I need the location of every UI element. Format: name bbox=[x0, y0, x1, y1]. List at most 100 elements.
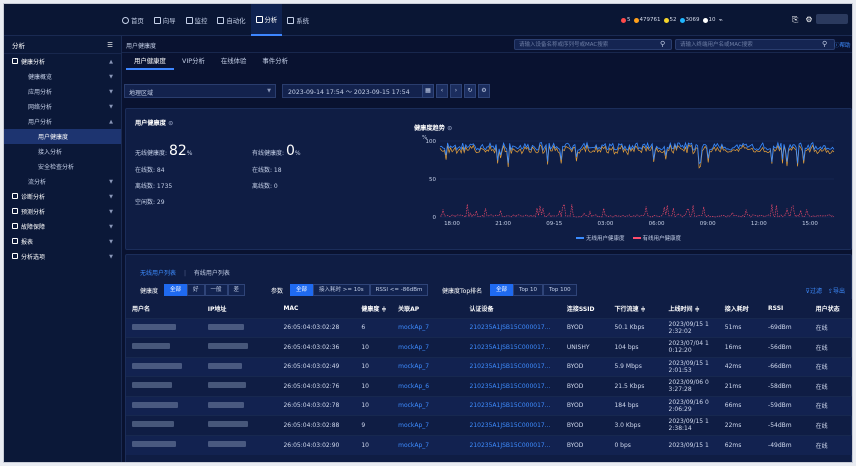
top-nav-item[interactable]: 分析 bbox=[250, 4, 283, 36]
column-header[interactable]: MAC bbox=[277, 299, 356, 318]
table-row[interactable]: 26:05:04:03:02:90 10 mockAp_7 210235A1JSB15… bbox=[126, 434, 852, 455]
sidebar-item[interactable]: 诊断分析 ▼ bbox=[4, 189, 121, 204]
sidebar-item[interactable]: 预测分析 ▼ bbox=[4, 204, 121, 219]
area-select[interactable]: 地理区域 ▼ bbox=[124, 84, 276, 98]
alert-counter[interactable]: 10 bbox=[702, 17, 716, 23]
search-icon[interactable]: ⚲ bbox=[660, 40, 665, 48]
copy-icon[interactable]: ⎘ bbox=[792, 15, 798, 25]
column-header[interactable]: RSSI bbox=[762, 299, 810, 318]
ap-link[interactable]: mockAp_7 bbox=[392, 415, 464, 435]
prev-button[interactable]: ‹ bbox=[436, 84, 448, 98]
trend-title: 健康度趋势 ⊙ bbox=[414, 125, 453, 132]
sidebar-item[interactable]: 接入分析 bbox=[4, 144, 121, 159]
top-nav-item[interactable]: 系统 bbox=[282, 4, 314, 36]
alert-counters[interactable]: 5 479761 52 3069 10 ⌁ bbox=[621, 4, 723, 36]
filter-option[interactable]: 差 bbox=[227, 284, 246, 296]
sidebar-item[interactable]: 安全检查分析 bbox=[4, 159, 121, 174]
help-link[interactable]: ⓘ帮助 bbox=[834, 41, 851, 49]
alert-counter[interactable]: 479761 bbox=[633, 17, 661, 23]
top-nav-item[interactable]: 首页 bbox=[117, 4, 149, 36]
tab-item[interactable]: VIP分析 bbox=[174, 53, 213, 70]
sidebar-item[interactable]: 报表 ▼ bbox=[4, 234, 121, 249]
auth-device-link[interactable]: 210235A1JSB15C000017... bbox=[463, 376, 561, 396]
sidebar-item[interactable]: 流分析 ▼ bbox=[4, 174, 121, 189]
filter-option[interactable]: 好 bbox=[187, 284, 205, 296]
table-row[interactable]: 26:05:04:03:02:28 6 mockAp_7 210235A1JSB15C… bbox=[126, 317, 852, 338]
auth-device-link[interactable]: 210235A1JSB15C000017... bbox=[463, 415, 561, 435]
column-header[interactable]: 接入耗时 bbox=[718, 299, 763, 318]
sidebar-item[interactable]: 健康概览 ▼ bbox=[4, 69, 121, 84]
ap-link[interactable]: mockAp_7 bbox=[392, 395, 464, 416]
table-row[interactable]: 26:05:04:03:02:76 10 mockAp_6 210235A1JSB15… bbox=[126, 376, 852, 396]
ap-link[interactable]: mockAp_6 bbox=[392, 376, 464, 396]
sidebar-item[interactable]: 应用分析 ▼ bbox=[4, 84, 121, 99]
top-nav-item[interactable]: 自动化 bbox=[212, 4, 250, 36]
user-avatar[interactable] bbox=[816, 14, 848, 24]
menu-collapse-icon[interactable]: ☰ bbox=[107, 41, 113, 49]
ap-link[interactable]: mockAp_7 bbox=[392, 317, 464, 338]
ap-link[interactable]: mockAp_7 bbox=[392, 434, 464, 455]
filter-option[interactable]: RSSI <= -86dBm bbox=[369, 284, 429, 296]
info-icon[interactable]: ⊙ bbox=[447, 125, 452, 132]
top-nav-item[interactable]: 向导 bbox=[149, 4, 181, 36]
auth-device-link[interactable]: 210235A1JSB15C000017... bbox=[463, 356, 561, 377]
table-row[interactable]: 26:05:04:03:02:88 9 mockAp_7 210235A1JSB15C… bbox=[126, 415, 852, 435]
tab-item[interactable]: 用户健康度 bbox=[126, 53, 174, 70]
sidebar-item[interactable]: 故障保障 ▼ bbox=[4, 219, 121, 234]
export-button[interactable]: ⇪导出 bbox=[828, 286, 845, 295]
alert-counter[interactable]: 5 bbox=[621, 17, 631, 23]
user-search-input[interactable]: 请输入终端用户名或MAC搜索 bbox=[675, 39, 835, 50]
search-icon[interactable]: ⚲ bbox=[822, 40, 827, 48]
column-header[interactable]: IP地址 bbox=[201, 299, 278, 318]
device-search-input[interactable]: 请输入设备名称或序列号或MAC搜索 bbox=[514, 39, 672, 50]
auth-device-link[interactable]: 210235A1JSB15C000017... bbox=[463, 337, 561, 357]
column-header[interactable]: 用户状态 bbox=[809, 299, 852, 318]
filter-option[interactable]: Top 100 bbox=[543, 284, 577, 296]
filter-option[interactable]: 一般 bbox=[204, 284, 228, 296]
sidebar-item[interactable]: 分析选项 ▼ bbox=[4, 249, 121, 264]
filter-option[interactable]: 接入耗时 >= 10s bbox=[313, 284, 370, 296]
top-nav-item[interactable]: 监控 bbox=[181, 4, 213, 36]
column-header[interactable]: 健康度 ≑ bbox=[355, 299, 393, 318]
sidebar-item[interactable]: 网络分析 ▼ bbox=[4, 99, 121, 114]
filter-button[interactable]: ⊽过滤 bbox=[806, 286, 822, 295]
column-header[interactable]: 连接SSID bbox=[560, 299, 609, 318]
alert-counter[interactable]: 52 bbox=[663, 17, 677, 23]
filter-option[interactable]: 全部 bbox=[490, 284, 514, 296]
ap-link[interactable]: mockAp_7 bbox=[392, 337, 464, 357]
refresh-button[interactable]: ↻ bbox=[464, 84, 476, 98]
column-header[interactable]: 认证设备 bbox=[463, 299, 561, 318]
column-header[interactable]: 下行流速 ≑ bbox=[608, 299, 663, 318]
auth-device-link[interactable]: 210235A1JSB15C000017... bbox=[463, 434, 561, 455]
auth-device-link[interactable]: 210235A1JSB15C000017... bbox=[463, 317, 561, 338]
table-row[interactable]: 26:05:04:03:02:78 10 mockAp_7 210235A1JSB15… bbox=[126, 395, 852, 416]
auth-device-link[interactable]: 210235A1JSB15C000017... bbox=[463, 395, 561, 416]
sidebar-item[interactable]: 用户分析 ▲ bbox=[4, 114, 121, 129]
column-header[interactable]: 用户名 bbox=[126, 299, 202, 318]
tab-item[interactable]: 在线体验 bbox=[213, 53, 255, 70]
alert-counter[interactable]: 3069 bbox=[679, 17, 700, 23]
ap-link[interactable]: mockAp_7 bbox=[392, 356, 464, 377]
filter-option[interactable]: Top 10 bbox=[513, 284, 544, 296]
gear-icon[interactable]: ⚙ bbox=[805, 15, 812, 25]
sidebar-item[interactable]: 健康分析 ▲ bbox=[4, 54, 121, 69]
filter-option[interactable]: 全部 bbox=[290, 284, 314, 296]
legend-item[interactable]: 无线用户健康度 bbox=[576, 234, 625, 242]
top-nav-label: 向导 bbox=[162, 16, 176, 25]
table-row[interactable]: 26:05:04:03:02:36 10 mockAp_7 210235A1JSB15… bbox=[126, 337, 852, 357]
tab-wired-users[interactable]: 有线用户列表 bbox=[194, 270, 230, 277]
date-range-picker[interactable]: 2023-09-14 17:54 ～ 2023-09-15 17:54 bbox=[282, 84, 430, 98]
sidebar-item[interactable]: 用户健康度 bbox=[4, 129, 121, 144]
tab-item[interactable]: 事件分析 bbox=[254, 53, 296, 70]
column-header[interactable]: 上线时间 ≑ bbox=[662, 299, 719, 318]
settings-button[interactable]: ⚙ bbox=[478, 84, 490, 98]
tab-wireless-users[interactable]: 无线用户列表 bbox=[140, 270, 176, 277]
table-row[interactable]: 26:05:04:03:02:49 10 mockAp_7 210235A1JSB15… bbox=[126, 356, 852, 377]
legend-item[interactable]: 有线用户健康度 bbox=[632, 234, 681, 242]
filter-option[interactable]: 全部 bbox=[164, 284, 188, 296]
next-button[interactable]: › bbox=[450, 84, 462, 98]
calendar-icon[interactable]: ▦ bbox=[422, 84, 434, 98]
column-header[interactable]: 关联AP bbox=[392, 299, 464, 318]
broom-icon[interactable]: ⌁ bbox=[719, 16, 723, 24]
info-icon[interactable]: ⊙ bbox=[168, 120, 173, 127]
